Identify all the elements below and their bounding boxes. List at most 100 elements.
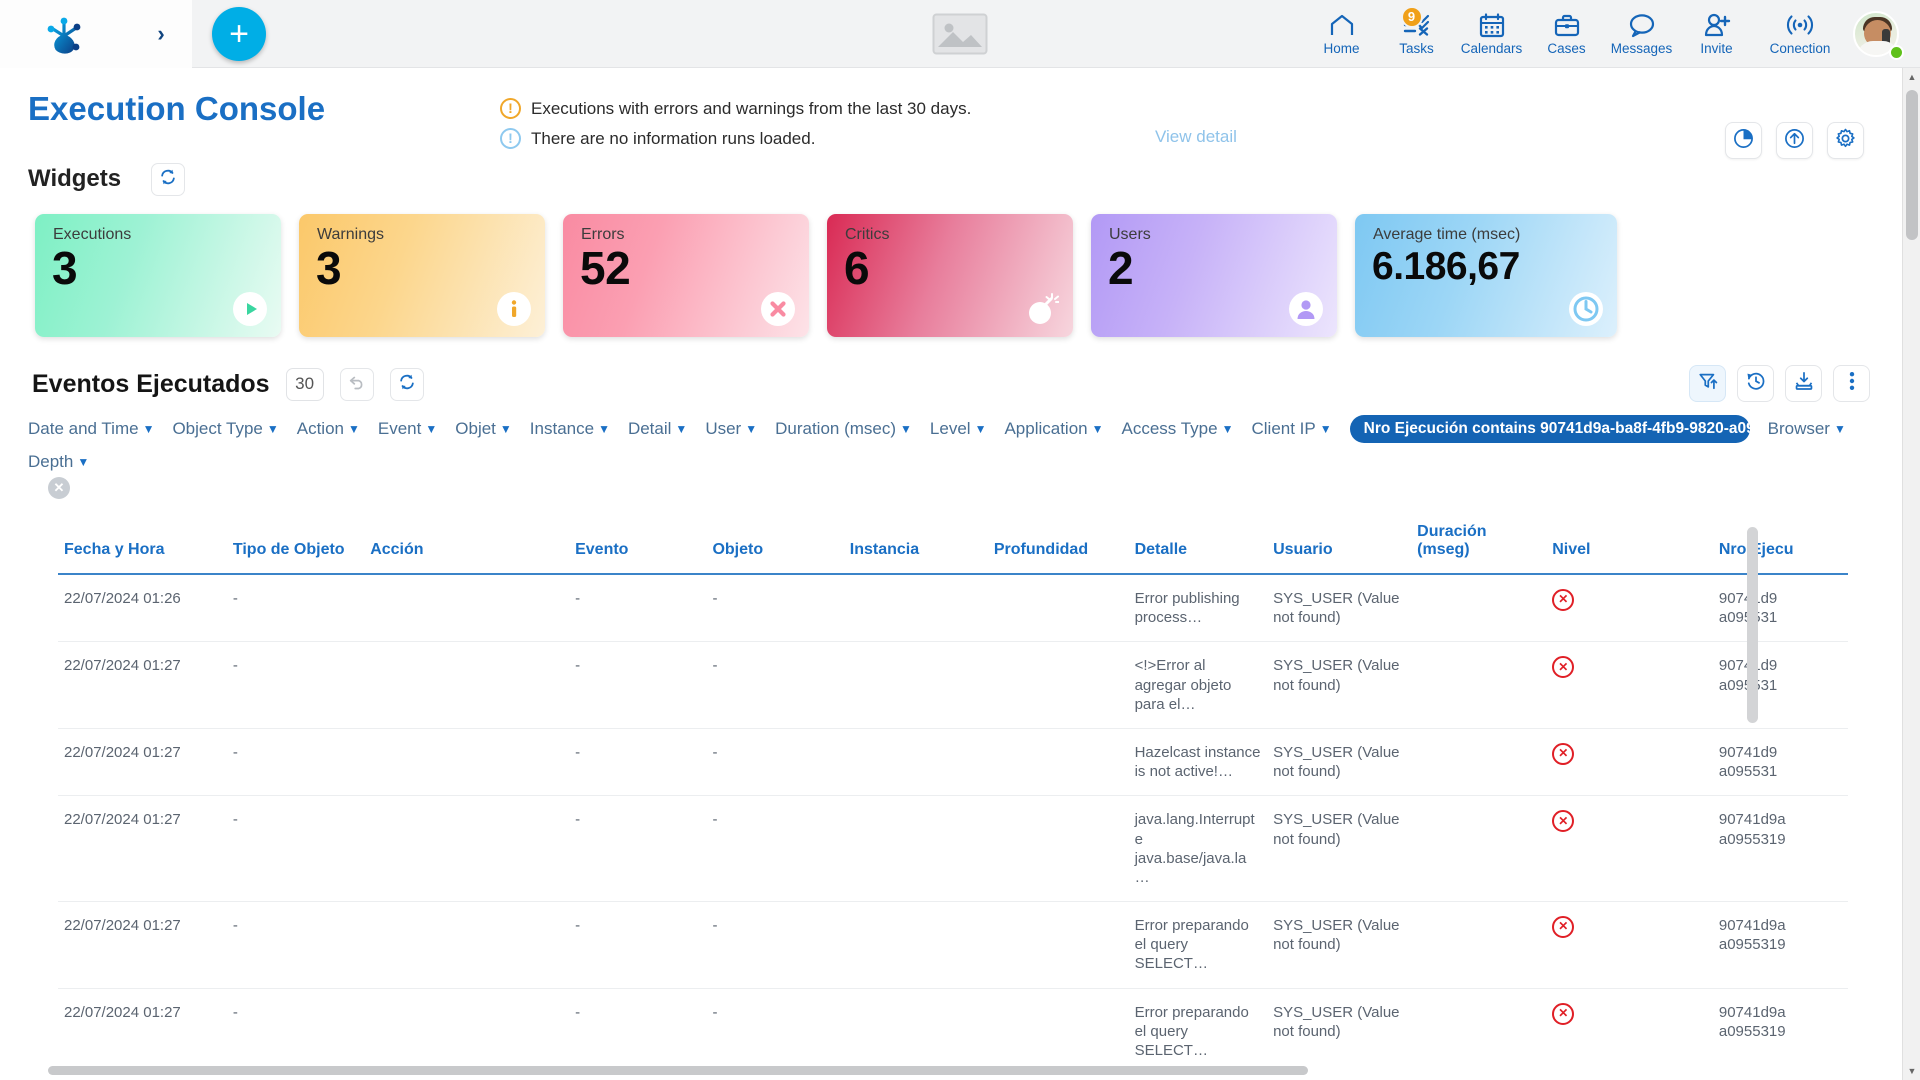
table-row[interactable]: 22/07/2024 01:26---Error publishing proc… [58, 574, 1848, 642]
filter-chip-application[interactable]: Application▼ [1004, 416, 1103, 442]
active-filter-chip-nro-ejecucion[interactable]: Nro Ejecución contains 90741d9a-ba8f-4fb… [1350, 415, 1750, 443]
filter-chip-detail[interactable]: Detail▼ [628, 416, 687, 442]
col-accion[interactable]: Acción [364, 513, 569, 574]
chevron-down-icon: ▼ [267, 416, 279, 442]
filter-chip-level[interactable]: Level▼ [930, 416, 987, 442]
cell-objeto: - [706, 796, 843, 902]
col-duracion[interactable]: Duración (mseg) [1411, 513, 1546, 574]
chip-label: Duration (msec) [775, 416, 896, 442]
cell-nro: 90741d9aa0955319 [1713, 902, 1848, 989]
view-detail-link[interactable]: View detail [1155, 127, 1237, 147]
card-value: 2 [1108, 241, 1133, 295]
col-objeto[interactable]: Objeto [706, 513, 843, 574]
col-nro-ejecucion[interactable]: Nro Ejecu [1713, 513, 1848, 574]
table-row[interactable]: 22/07/2024 01:27---java.lang.Interrupte … [58, 796, 1848, 902]
cell-instancia [844, 728, 988, 795]
cell-profundidad [988, 642, 1129, 729]
nav-label-conection: Conection [1770, 42, 1831, 56]
card-warnings[interactable]: Warnings 3 [299, 214, 545, 337]
col-fecha-y-hora[interactable]: Fecha y Hora [58, 513, 227, 574]
card-errors[interactable]: Errors 52 [563, 214, 809, 337]
filter-chip-user[interactable]: User▼ [705, 416, 757, 442]
filter-chip-browser[interactable]: Browser▼ [1768, 416, 1846, 442]
events-refresh-button[interactable] [390, 368, 424, 401]
undo-icon [348, 373, 366, 396]
clear-all-filters-button[interactable]: ✕ [48, 477, 70, 499]
filter-chip-access-type[interactable]: Access Type▼ [1122, 416, 1234, 442]
nav-label-calendars: Calendars [1461, 42, 1523, 56]
col-evento[interactable]: Evento [569, 513, 706, 574]
app-logo-icon [43, 14, 87, 54]
filter-chip-date-and-time[interactable]: Date and Time▼ [28, 416, 154, 442]
nav-item-cases[interactable]: Cases [1529, 0, 1604, 68]
col-usuario[interactable]: Usuario [1267, 513, 1411, 574]
table-row[interactable]: 22/07/2024 01:27---Error preparando el q… [58, 988, 1848, 1073]
cell-nivel: ✕ [1546, 796, 1713, 902]
tasks-icon: 9 [1402, 12, 1432, 39]
table-row[interactable]: 22/07/2024 01:27---Hazelcast instance is… [58, 728, 1848, 795]
events-undo-button[interactable] [340, 368, 374, 401]
card-executions[interactable]: Executions 3 [35, 214, 281, 337]
filter-chip-client-ip[interactable]: Client IP▼ [1251, 416, 1331, 442]
chip-label: Action [297, 416, 344, 442]
app-logo[interactable] [0, 0, 130, 68]
filter-chips-row: Date and Time▼ Object Type▼ Action▼ Even… [0, 413, 1902, 475]
cell-profundidad [988, 902, 1129, 989]
filter-chip-objet[interactable]: Objet▼ [455, 416, 512, 442]
card-users[interactable]: Users 2 [1091, 214, 1337, 337]
hscroll-thumb[interactable] [48, 1066, 1308, 1075]
scroll-up-arrow[interactable]: ▲ [1903, 68, 1920, 86]
filter-chip-depth[interactable]: Depth▼ [28, 449, 89, 475]
table-horizontal-scrollbar[interactable] [48, 1066, 1848, 1078]
filter-chip-duration[interactable]: Duration (msec)▼ [775, 416, 912, 442]
more-options-button[interactable] [1833, 365, 1870, 402]
table-vertical-scrollbar[interactable] [1747, 527, 1758, 723]
cell-nivel: ✕ [1546, 988, 1713, 1073]
history-button[interactable] [1737, 365, 1774, 402]
add-button[interactable]: + [212, 7, 266, 61]
avatar[interactable] [1846, 0, 1906, 68]
more-vertical-icon [1849, 371, 1855, 396]
col-detalle[interactable]: Detalle [1129, 513, 1267, 574]
page-vscroll-thumb[interactable] [1906, 90, 1918, 240]
nav-item-home[interactable]: Home [1304, 0, 1379, 68]
download-button[interactable] [1785, 365, 1822, 402]
filter-button[interactable] [1689, 365, 1726, 402]
cell-accion [364, 902, 569, 989]
nav-items-group: Home 9 Tasks [1304, 0, 1920, 68]
chevron-down-icon: ▼ [348, 416, 360, 442]
cell-duracion [1411, 988, 1546, 1073]
col-tipo-de-objeto[interactable]: Tipo de Objeto [227, 513, 364, 574]
card-average-time[interactable]: Average time (msec) 6.186,67 [1355, 214, 1617, 337]
cell-detalle: Hazelcast instance is not active!… [1129, 728, 1267, 795]
scroll-down-arrow[interactable]: ▼ [1903, 1062, 1920, 1080]
col-instancia[interactable]: Instancia [844, 513, 988, 574]
page-vertical-scrollbar[interactable]: ▲ ▼ [1902, 68, 1920, 1080]
nav-item-tasks[interactable]: 9 Tasks [1379, 0, 1454, 68]
chip-label: Date and Time [28, 416, 139, 442]
sidebar-expand-chevron[interactable]: › [130, 0, 192, 68]
nav-item-messages[interactable]: Messages [1604, 0, 1679, 68]
events-count[interactable]: 30 [286, 368, 324, 401]
table-row[interactable]: 22/07/2024 01:27---<!>Error al agregar o… [58, 642, 1848, 729]
nav-item-calendars[interactable]: Calendars [1454, 0, 1529, 68]
filter-chip-object-type[interactable]: Object Type▼ [172, 416, 278, 442]
table-row[interactable]: 22/07/2024 01:27---Error preparando el q… [58, 902, 1848, 989]
card-critics[interactable]: Critics 6 [827, 214, 1073, 337]
widgets-header: Widgets [0, 154, 1902, 204]
cell-evento: - [569, 642, 706, 729]
filter-chip-instance[interactable]: Instance▼ [530, 416, 610, 442]
cell-usuario: SYS_USER (Value not found) [1267, 988, 1411, 1073]
filter-up-icon [1698, 371, 1718, 396]
events-table: Fecha y Hora Tipo de Objeto Acción Event… [58, 513, 1848, 1073]
filter-chip-event[interactable]: Event▼ [378, 416, 437, 442]
filter-chip-action[interactable]: Action▼ [297, 416, 360, 442]
cell-detalle: java.lang.Interrupte java.base/java.la… [1129, 796, 1267, 902]
widgets-refresh-button[interactable] [151, 163, 185, 196]
nav-item-invite[interactable]: Invite [1679, 0, 1754, 68]
col-profundidad[interactable]: Profundidad [988, 513, 1129, 574]
nav-item-conection[interactable]: Conection [1754, 0, 1846, 68]
col-nivel[interactable]: Nivel [1546, 513, 1713, 574]
cell-profundidad [988, 574, 1129, 642]
chip-label: Application [1004, 416, 1087, 442]
